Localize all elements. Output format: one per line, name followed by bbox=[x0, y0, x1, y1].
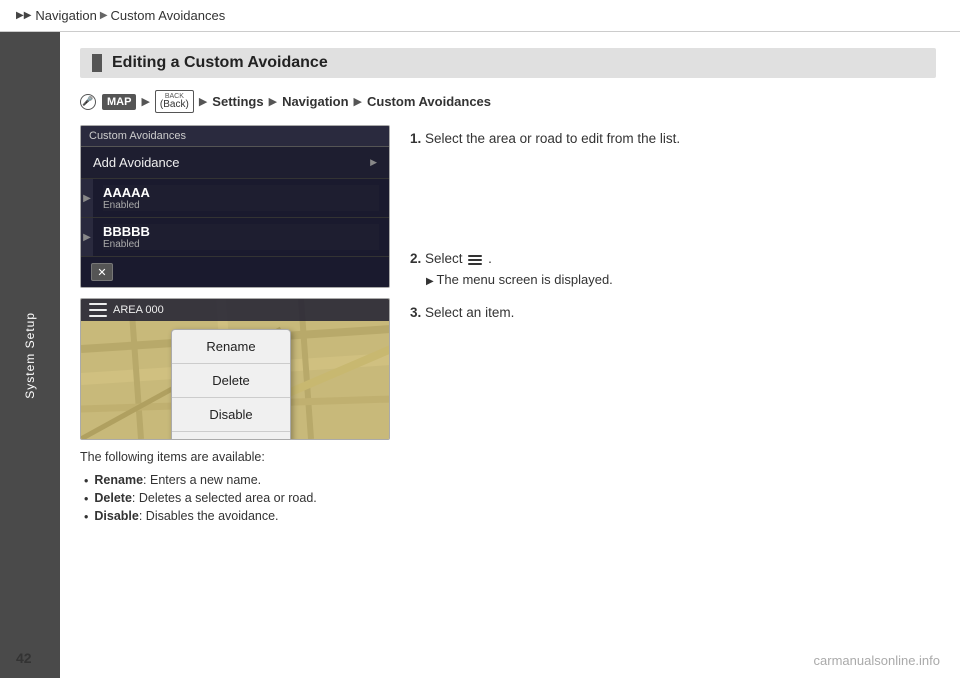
step2-num: 2. bbox=[410, 251, 421, 266]
breadcrumb-navigation: Navigation bbox=[35, 8, 96, 23]
section-marker bbox=[92, 54, 102, 72]
step-2: 2. Select . The menu screen is displayed… bbox=[410, 249, 936, 289]
mic-icon: 🎤 bbox=[80, 94, 96, 110]
map-button[interactable]: MAP bbox=[102, 94, 136, 110]
step3-text: Select an item. bbox=[425, 305, 514, 320]
delete-bar: ✕ bbox=[81, 257, 389, 287]
nav-arrow-3: ▶ bbox=[269, 95, 277, 108]
breadcrumb-custom-avoidances: Custom Avoidances bbox=[111, 8, 226, 23]
caption-intro: The following items are available: bbox=[80, 448, 390, 467]
step2-sub: The menu screen is displayed. bbox=[426, 270, 936, 290]
nav-path: 🎤 MAP ▶ BACK (Back) ▶ Settings ▶ Navigat… bbox=[80, 90, 936, 113]
bullet-disable: • Disable: Disables the avoidance. bbox=[84, 509, 390, 524]
navigation-link: Navigation bbox=[282, 94, 348, 109]
item2-status: Enabled bbox=[103, 239, 379, 250]
screen-header: Custom Avoidances bbox=[81, 126, 389, 147]
page-number: 42 bbox=[16, 650, 32, 666]
context-menu: Rename Delete Disable Cancel bbox=[171, 329, 291, 439]
inline-menu-icon bbox=[468, 255, 482, 265]
map-menu-icon[interactable] bbox=[89, 303, 107, 317]
rename-option[interactable]: Rename bbox=[172, 330, 290, 364]
bullet-list: • Rename: Enters a new name. • Delete: D… bbox=[80, 473, 390, 524]
step-1: 1. Select the area or road to edit from … bbox=[410, 129, 936, 149]
left-column: Custom Avoidances Add Avoidance ▶ AAAAA … bbox=[80, 125, 390, 527]
custom-avoidances-link: Custom Avoidances bbox=[367, 94, 491, 109]
bullet-rename: • Rename: Enters a new name. bbox=[84, 473, 390, 488]
bullet-delete: • Delete: Deletes a selected area or roa… bbox=[84, 491, 390, 506]
map-header: AREA 000 bbox=[81, 299, 389, 321]
settings-link: Settings bbox=[212, 94, 263, 109]
screen-top-mockup: Custom Avoidances Add Avoidance ▶ AAAAA … bbox=[80, 125, 390, 288]
delete-option[interactable]: Delete bbox=[172, 364, 290, 398]
cancel-option[interactable]: Cancel bbox=[172, 432, 290, 439]
item1-status: Enabled bbox=[103, 200, 379, 211]
nav-arrow-1: ▶ bbox=[141, 95, 149, 108]
sidebar-label: System Setup bbox=[23, 312, 37, 399]
step1-text: Select the area or road to edit from the… bbox=[425, 131, 680, 146]
step2-text: Select bbox=[425, 251, 466, 266]
screen-bottom-mockup: AREA 000 Rename Delete Disable Cancel bbox=[80, 298, 390, 440]
map-area-label: AREA 000 bbox=[113, 304, 164, 316]
step2-period: . bbox=[488, 251, 492, 266]
double-arrow-icon: ▶▶ bbox=[16, 10, 31, 21]
sidebar: System Setup bbox=[0, 32, 60, 678]
item1-name: AAAAA bbox=[103, 185, 379, 200]
breadcrumb-bar: ▶▶ Navigation ▶ Custom Avoidances bbox=[0, 0, 960, 32]
section-header: Editing a Custom Avoidance bbox=[80, 48, 936, 78]
item2-name: BBBBB bbox=[103, 224, 379, 239]
watermark: carmanualsonline.info bbox=[814, 653, 940, 668]
add-avoidance-item[interactable]: Add Avoidance bbox=[81, 147, 389, 179]
back-button[interactable]: BACK (Back) bbox=[155, 90, 194, 113]
section-title: Editing a Custom Avoidance bbox=[112, 54, 328, 72]
breadcrumb-arrow-1: ▶ bbox=[100, 10, 108, 21]
nav-arrow-4: ▶ bbox=[354, 95, 362, 108]
map-area: AREA 000 Rename Delete Disable Cancel bbox=[81, 299, 389, 439]
back-text: (Back) bbox=[160, 100, 189, 110]
main-content: Editing a Custom Avoidance 🎤 MAP ▶ BACK … bbox=[60, 32, 960, 678]
delete-icon[interactable]: ✕ bbox=[91, 263, 113, 281]
nav-arrow-2: ▶ bbox=[199, 95, 207, 108]
step3-num: 3. bbox=[410, 305, 421, 320]
content-columns: Custom Avoidances Add Avoidance ▶ AAAAA … bbox=[80, 125, 936, 527]
disable-option[interactable]: Disable bbox=[172, 398, 290, 432]
right-column: 1. Select the area or road to edit from … bbox=[410, 125, 936, 527]
step1-num: 1. bbox=[410, 131, 421, 146]
step-3: 3. Select an item. bbox=[410, 303, 936, 323]
